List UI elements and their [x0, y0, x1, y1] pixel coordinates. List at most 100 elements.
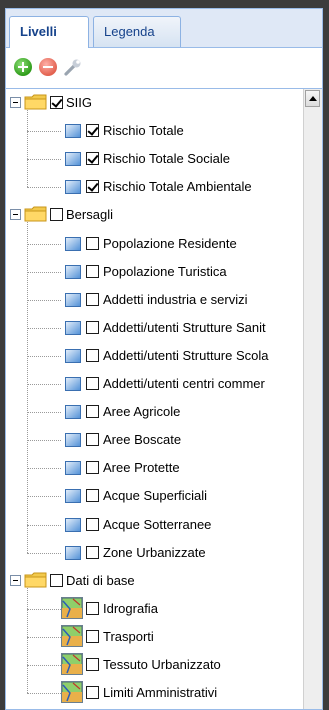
- tree-connector: [27, 693, 61, 695]
- tree-connector: [27, 299, 61, 301]
- scroll-up-button[interactable]: [305, 90, 320, 107]
- layer-row[interactable]: Rischio Totale Ambientale: [6, 173, 304, 201]
- layer-checkbox[interactable]: [86, 658, 99, 671]
- layer-checkbox[interactable]: [86, 545, 99, 559]
- layer-checkbox[interactable]: [86, 629, 99, 643]
- layer-label: Limiti Amministrativi: [103, 685, 218, 701]
- tree-connector: [27, 159, 61, 161]
- group-label: SIIG: [66, 95, 93, 110]
- layer-row[interactable]: Acque Superficiali: [6, 482, 304, 510]
- folder-icon: [24, 206, 48, 222]
- layer-checkbox[interactable]: [86, 320, 99, 334]
- tab-legenda[interactable]: Legenda: [93, 16, 181, 47]
- vector-layer-icon: [65, 152, 81, 167]
- layer-row[interactable]: Limiti Amministrativi: [6, 679, 304, 707]
- layer-checkbox[interactable]: [86, 152, 99, 166]
- layer-row[interactable]: Rischio Totale: [6, 117, 304, 145]
- group-checkbox[interactable]: [50, 573, 63, 587]
- layer-label: Trasporti: [103, 628, 154, 644]
- tree-connector: [27, 552, 61, 554]
- raster-layer-icon: [61, 624, 83, 647]
- tab-livelli[interactable]: Livelli: [9, 16, 89, 48]
- layer-label: Aree Boscate: [103, 432, 182, 448]
- folder-icon: [24, 94, 48, 110]
- layer-checkbox[interactable]: [86, 405, 99, 419]
- layer-row[interactable]: Addetti/utenti centri commer: [6, 370, 304, 398]
- tree-connector: [27, 355, 61, 357]
- layer-label: Addetti/utenti Strutture Scola: [103, 347, 269, 363]
- layer-checkbox[interactable]: [86, 124, 99, 138]
- layer-row[interactable]: Trasporti: [6, 623, 304, 651]
- layer-row[interactable]: Popolazione Turistica: [6, 258, 304, 286]
- tree-connector: [27, 110, 28, 188]
- tree-connector: [27, 665, 61, 666]
- layer-row[interactable]: Aree Protette: [6, 454, 304, 482]
- group-label: Bersagli: [66, 207, 113, 223]
- folder-icon: [24, 572, 48, 588]
- layer-row[interactable]: Popolazione Residente: [6, 230, 304, 258]
- remove-icon[interactable]: [39, 58, 57, 76]
- layer-checkbox[interactable]: [86, 377, 99, 390]
- vector-layer-icon: [65, 292, 81, 307]
- layer-label: Addetti/utenti centri commer: [103, 376, 265, 391]
- tree-connector: [27, 524, 61, 526]
- tree-connector: [27, 222, 28, 553]
- vector-layer-icon: [65, 489, 81, 504]
- tree-connector: [27, 187, 61, 189]
- layer-label: Aree Agricole: [103, 404, 181, 420]
- tree-connector: [27, 468, 61, 470]
- layer-checkbox[interactable]: [86, 433, 99, 447]
- layer-row[interactable]: Zone Urbanizzate: [6, 539, 304, 567]
- layer-row[interactable]: Addetti industria e servizi: [6, 286, 304, 314]
- group-checkbox[interactable]: [50, 96, 63, 109]
- collapse-icon[interactable]: [10, 574, 21, 586]
- layer-checkbox[interactable]: [86, 601, 99, 615]
- layer-checkbox[interactable]: [86, 180, 99, 194]
- layer-row[interactable]: Rischio Totale Sociale: [6, 145, 304, 173]
- raster-layer-icon: [61, 681, 83, 704]
- add-icon[interactable]: [14, 58, 32, 76]
- layer-label: Idrografia: [103, 600, 158, 616]
- layer-row[interactable]: Addetti/utenti Strutture Sanit: [6, 314, 304, 342]
- layer-label: Popolazione Residente: [103, 235, 237, 251]
- collapse-icon[interactable]: [10, 97, 21, 108]
- layer-checkbox[interactable]: [86, 517, 99, 531]
- tree-group-row[interactable]: Bersagli: [6, 201, 304, 229]
- layer-label: Rischio Totale: [103, 123, 184, 139]
- layer-row[interactable]: Idrografia: [6, 595, 304, 623]
- tree-group-row[interactable]: SIIG: [6, 89, 304, 117]
- tree-connector: [27, 243, 61, 245]
- raster-layer-icon: [61, 653, 83, 675]
- layer-label: Acque Sotterranee: [103, 516, 212, 532]
- layer-row[interactable]: Aree Agricole: [6, 398, 304, 426]
- layer-label: Rischio Totale Ambientale: [103, 179, 252, 195]
- layer-row[interactable]: Aree Boscate: [6, 426, 304, 454]
- layer-checkbox[interactable]: [86, 348, 99, 362]
- group-checkbox[interactable]: [50, 208, 63, 222]
- vector-layer-icon: [65, 180, 81, 195]
- layer-checkbox[interactable]: [86, 292, 99, 306]
- layer-panel: Livelli Legenda SIIG Rischio Totale Rischi…: [5, 8, 323, 710]
- layer-label: Rischio Totale Sociale: [103, 151, 230, 167]
- layer-row[interactable]: Tessuto Urbanizzato: [6, 651, 304, 679]
- layer-checkbox[interactable]: [86, 236, 99, 250]
- tree-connector: [27, 636, 61, 638]
- raster-layer-icon: [61, 596, 83, 619]
- collapse-icon[interactable]: [10, 209, 21, 221]
- layer-row[interactable]: Acque Sotterranee: [6, 511, 304, 539]
- vector-layer-icon: [65, 348, 81, 363]
- tree-connector: [27, 496, 61, 498]
- tree-connector: [27, 412, 61, 414]
- layer-row[interactable]: Addetti/utenti Strutture Scola: [6, 342, 304, 370]
- wrench-icon[interactable]: [63, 57, 83, 77]
- layer-checkbox[interactable]: [86, 264, 99, 278]
- layer-label: Popolazione Turistica: [103, 263, 227, 279]
- layer-checkbox[interactable]: [86, 461, 99, 475]
- tree-connector: [27, 271, 61, 273]
- vector-layer-icon: [65, 236, 81, 251]
- tree-connector: [27, 327, 61, 329]
- tree-group-row[interactable]: Dati di base: [6, 567, 304, 595]
- layer-checkbox[interactable]: [86, 686, 99, 700]
- layer-checkbox[interactable]: [86, 489, 99, 503]
- tree-scrollbar[interactable]: [303, 89, 322, 709]
